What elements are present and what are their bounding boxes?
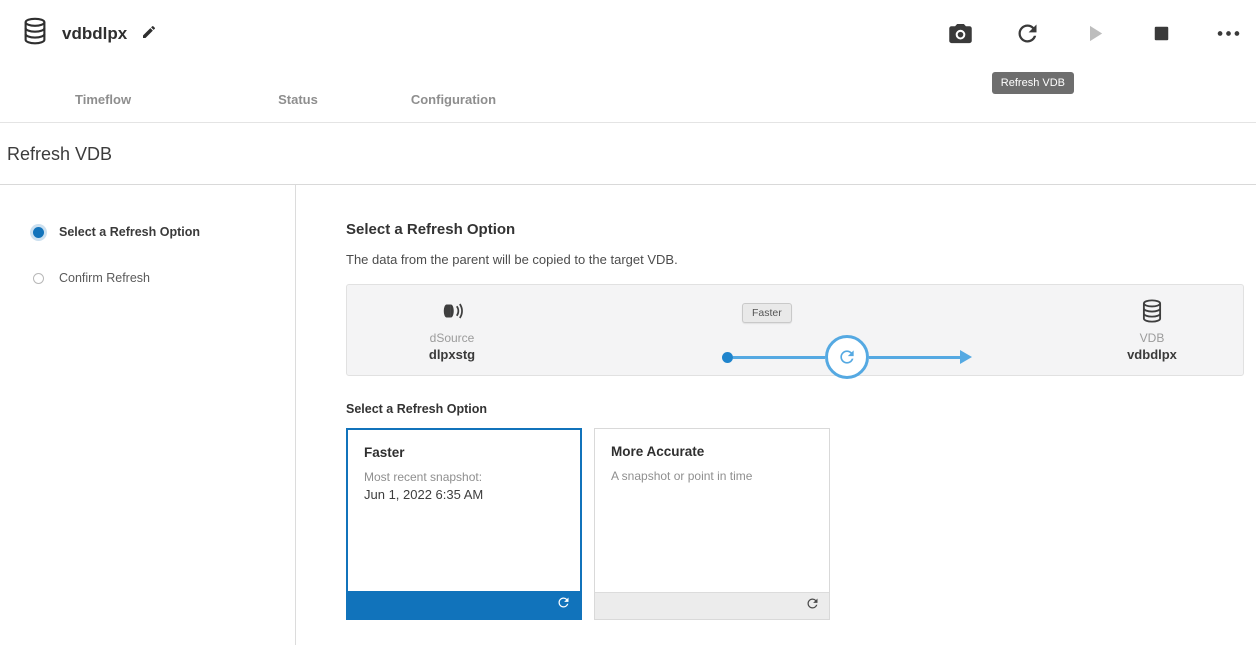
card-subtitle: Most recent snapshot: <box>364 470 564 484</box>
flow-arrowhead <box>960 350 972 364</box>
step-inactive-indicator <box>33 273 44 284</box>
refresh-vdb-button[interactable] <box>1014 20 1041 47</box>
stop-icon <box>1148 35 1175 50</box>
dsource-label: dSource <box>430 331 475 345</box>
card-subtitle: A snapshot or point in time <box>611 469 813 483</box>
camera-icon <box>947 35 974 50</box>
options-label: Select a Refresh Option <box>346 402 1244 416</box>
step-label: Select a Refresh Option <box>59 225 200 239</box>
page-title: Refresh VDB <box>0 123 1256 185</box>
vdb-database-icon <box>1139 298 1165 329</box>
section-heading: Select a Refresh Option <box>346 221 1244 238</box>
wizard-stepper: Select a Refresh Option Confirm Refresh <box>0 185 296 645</box>
refresh-vdb-tooltip: Refresh VDB <box>992 72 1074 94</box>
card-title: Faster <box>364 445 564 460</box>
flow-line-left <box>733 356 825 359</box>
section-description: The data from the parent will be copied … <box>346 252 1244 267</box>
title-group: vdbdlpx <box>20 16 159 51</box>
dsource-name: dlpxstg <box>429 347 475 362</box>
option-card-more-accurate[interactable]: More Accurate A snapshot or point in tim… <box>594 428 830 620</box>
pencil-icon <box>141 28 157 43</box>
step-confirm-refresh[interactable]: Confirm Refresh <box>33 271 295 285</box>
stop-vdb-button[interactable] <box>1148 20 1175 47</box>
flow-refresh-icon <box>825 335 869 379</box>
header: vdbdlpx <box>0 0 1256 92</box>
card-title: More Accurate <box>611 444 813 459</box>
refresh-vdb-page: vdbdlpx <box>0 0 1256 645</box>
card-footer <box>348 591 580 618</box>
flow-line-right <box>869 356 961 359</box>
edit-name-button[interactable] <box>139 22 159 45</box>
vdb-label: VDB <box>1140 331 1165 345</box>
option-card-faster[interactable]: Faster Most recent snapshot: Jun 1, 2022… <box>346 428 582 620</box>
tab-timeflow[interactable]: Timeflow <box>75 92 131 122</box>
faster-badge: Faster <box>742 303 792 323</box>
refresh-diagram: Faster dSource dlpxstg <box>346 284 1244 376</box>
dsource-node: dSource dlpxstg <box>397 298 507 362</box>
snapshot-button[interactable] <box>947 20 974 47</box>
step-select-refresh-option[interactable]: Select a Refresh Option <box>33 225 295 239</box>
wizard-body: Select a Refresh Option Confirm Refresh … <box>0 185 1256 645</box>
ellipsis-icon <box>1215 35 1242 50</box>
dsource-icon <box>439 298 465 329</box>
database-icon <box>20 16 50 51</box>
step-label: Confirm Refresh <box>59 271 150 285</box>
refresh-icon <box>1014 35 1041 50</box>
refresh-icon <box>556 595 571 615</box>
refresh-icon <box>805 596 820 616</box>
tab-configuration[interactable]: Configuration <box>411 92 496 122</box>
flow-start-dot <box>722 352 733 363</box>
start-vdb-button[interactable] <box>1081 20 1108 47</box>
vdb-name: vdbdlpx <box>1127 347 1177 362</box>
more-actions-button[interactable] <box>1215 20 1242 47</box>
tab-status[interactable]: Status <box>278 92 318 122</box>
card-footer <box>595 592 829 619</box>
tab-bar: Timeflow Status Configuration <box>0 92 1256 123</box>
wizard-main: Select a Refresh Option The data from th… <box>296 185 1256 645</box>
play-icon <box>1081 35 1108 50</box>
toolbar <box>947 16 1242 47</box>
vdb-node: VDB vdbdlpx <box>1097 298 1207 362</box>
refresh-flow <box>722 335 972 379</box>
step-active-indicator <box>33 227 44 238</box>
vdb-title: vdbdlpx <box>62 24 127 44</box>
card-snapshot-date: Jun 1, 2022 6:35 AM <box>364 487 564 502</box>
option-cards: Faster Most recent snapshot: Jun 1, 2022… <box>346 428 1244 620</box>
